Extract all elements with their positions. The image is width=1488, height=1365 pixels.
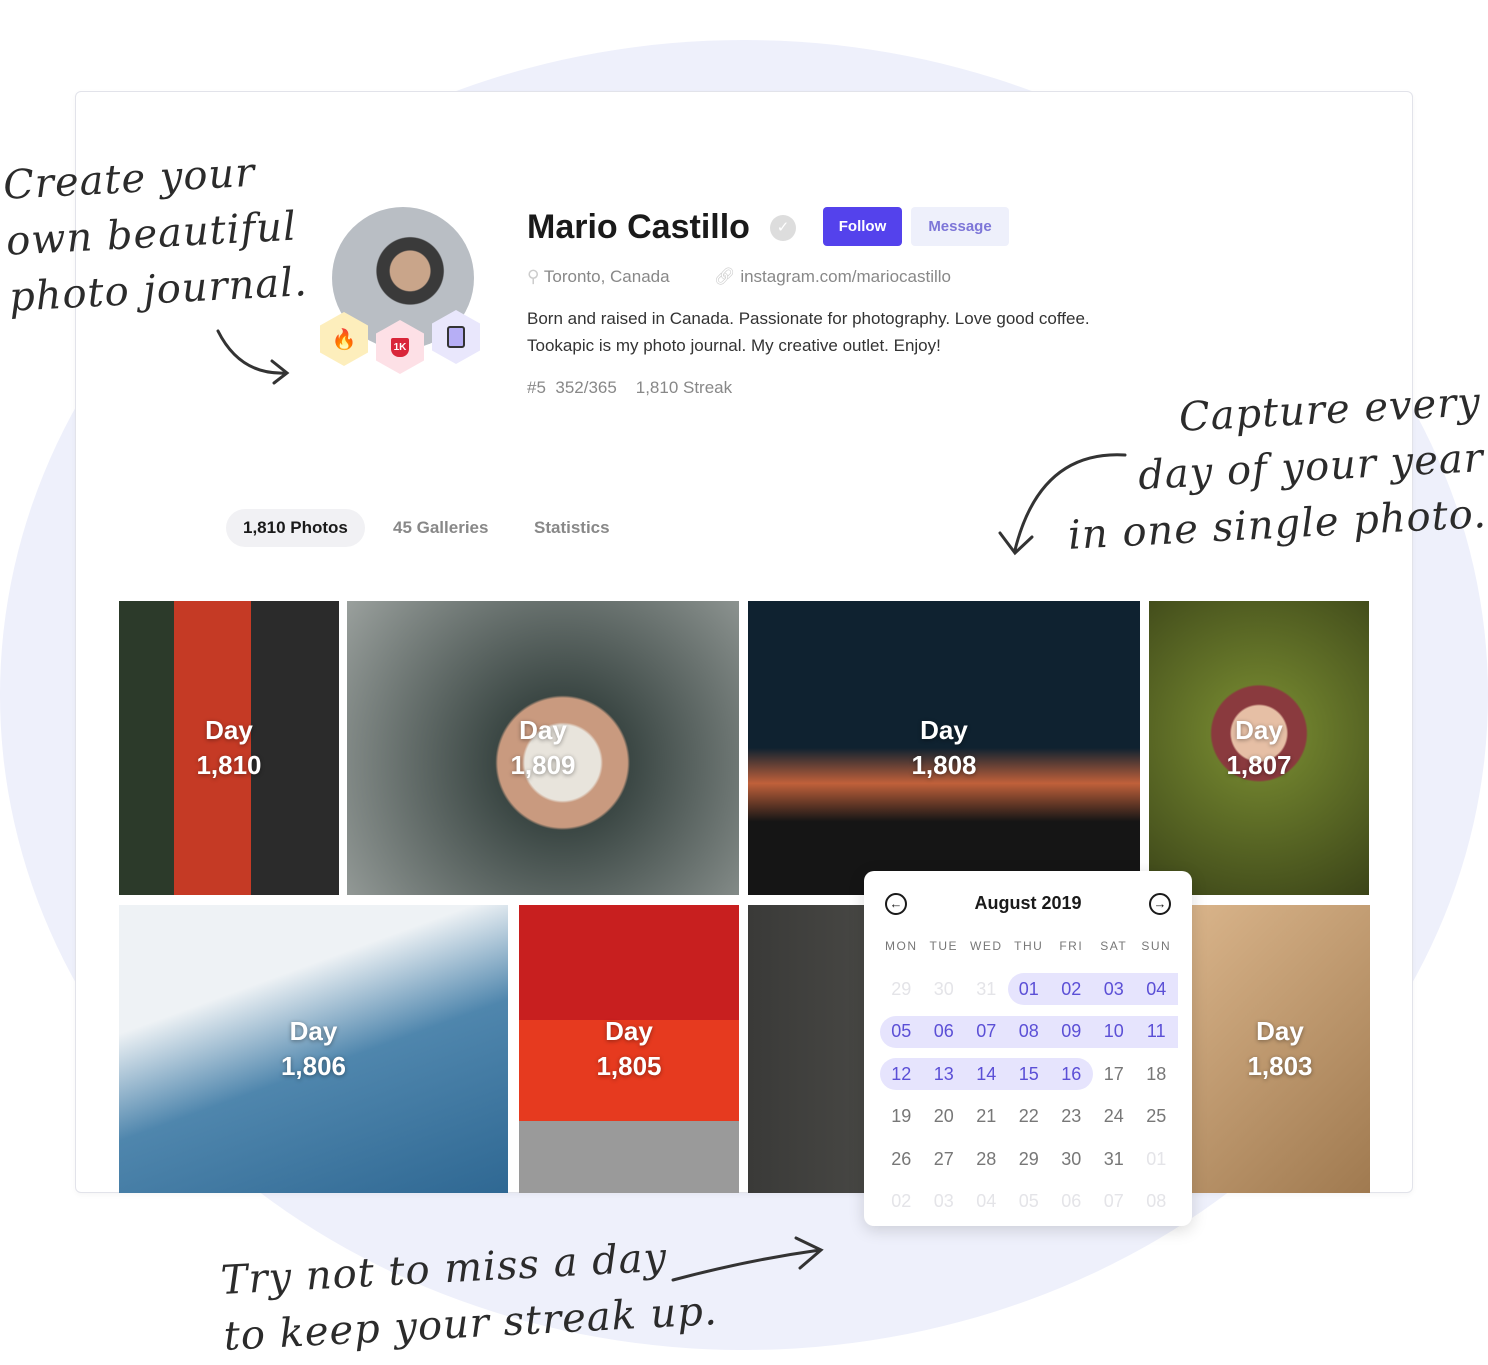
- message-button[interactable]: Message: [911, 207, 1009, 246]
- calendar-day[interactable]: 05: [1008, 1181, 1051, 1224]
- weekday-label: WED: [970, 939, 1003, 953]
- photo-day-label: Day 1,809: [510, 715, 576, 780]
- photo-tile[interactable]: Day 1,806: [119, 905, 508, 1193]
- calendar-day[interactable]: 03: [923, 1181, 966, 1224]
- weekday-label: TUE: [929, 939, 958, 953]
- streak: 1,810 Streak: [635, 378, 733, 397]
- calendar-day[interactable]: 21: [965, 1096, 1008, 1139]
- calendar-day[interactable]: 26: [880, 1138, 923, 1181]
- photo-day-label: Day 1,806: [280, 1016, 347, 1081]
- calendar-day[interactable]: 01: [1135, 1138, 1178, 1181]
- photo-tile[interactable]: Day 1,805: [519, 905, 739, 1193]
- calendar-day[interactable]: 11: [1135, 1015, 1178, 1048]
- calendar-day[interactable]: 02: [1050, 973, 1093, 1006]
- bio-line: Born and raised in Canada. Passionate fo…: [527, 309, 1090, 328]
- tab-photos[interactable]: 1,810 Photos: [226, 509, 365, 547]
- badge-text: 1K: [390, 337, 410, 357]
- calendar-day[interactable]: 30: [923, 968, 966, 1011]
- verified-icon: ✓: [770, 215, 796, 241]
- location: ⚲ Toronto, Canada: [527, 267, 670, 287]
- calendar-day[interactable]: 13: [922, 1058, 965, 1091]
- next-month-button[interactable]: →: [1149, 893, 1171, 915]
- photo-day-label: Day 1,807: [1226, 715, 1292, 780]
- calendar-day[interactable]: 29: [880, 968, 923, 1011]
- profile-name: Mario Castillo: [527, 208, 750, 246]
- calendar-day[interactable]: 06: [922, 1015, 965, 1048]
- calendar-day[interactable]: 22: [1008, 1096, 1051, 1139]
- weekday-label: THU: [1014, 939, 1044, 953]
- calendar-day[interactable]: 07: [965, 1015, 1008, 1048]
- calendar-day[interactable]: 18: [1135, 1053, 1178, 1096]
- arrow-icon: [998, 453, 1127, 556]
- calendar-day[interactable]: 28: [965, 1138, 1008, 1181]
- calendar-day[interactable]: 04: [1135, 973, 1178, 1006]
- calendar-day[interactable]: 27: [923, 1138, 966, 1181]
- calendar-day[interactable]: 16: [1050, 1058, 1093, 1091]
- calendar-day[interactable]: 25: [1135, 1096, 1178, 1139]
- calendar-popup: ← August 2019 → MON TUE WED THU FRI SAT SUN 29…: [864, 871, 1192, 1226]
- photo-day-label: Day 1,803: [1247, 1016, 1313, 1081]
- year-progress: 352/365: [555, 378, 617, 397]
- calendar-day[interactable]: 20: [923, 1096, 966, 1139]
- calendar-day[interactable]: 29: [1008, 1138, 1051, 1181]
- calendar-day[interactable]: 17: [1093, 1053, 1136, 1096]
- rank: #5: [527, 378, 546, 397]
- calendar-day[interactable]: 01: [1007, 973, 1050, 1006]
- calendar-day[interactable]: 23: [1050, 1096, 1093, 1139]
- photo-tile[interactable]: Day 1,809: [347, 601, 739, 895]
- tab-statistics[interactable]: Statistics: [517, 509, 627, 547]
- photo-day-label: Day 1,808: [911, 715, 977, 780]
- calendar-day[interactable]: 08: [1007, 1015, 1050, 1048]
- bio: Born and raised in Canada. Passionate fo…: [527, 305, 1090, 359]
- arrow-icon: [216, 329, 290, 385]
- annotation-create: Create your own beautiful photo journal.: [2, 142, 309, 325]
- follow-button[interactable]: Follow: [823, 207, 902, 246]
- photo-tile[interactable]: Day 1,808: [748, 601, 1140, 895]
- photo-tile[interactable]: Day 1,807: [1149, 601, 1369, 895]
- calendar-day[interactable]: 04: [965, 1181, 1008, 1224]
- calendar-day[interactable]: 24: [1093, 1096, 1136, 1139]
- website-link[interactable]: 🔗︎ instagram.com/mariocastillo: [714, 267, 951, 287]
- bio-line: Tookapic is my photo journal. My creativ…: [527, 336, 941, 355]
- weekday-label: SAT: [1100, 939, 1128, 953]
- calendar-day[interactable]: 09: [1050, 1015, 1093, 1048]
- weekday-label: MON: [885, 939, 918, 953]
- weekday-label: FRI: [1059, 939, 1084, 953]
- calendar-day[interactable]: 08: [1135, 1181, 1178, 1224]
- calendar-day[interactable]: 31: [965, 968, 1008, 1011]
- photo-day-label: Day 1,810: [196, 715, 262, 780]
- calendar-day[interactable]: 19: [880, 1096, 923, 1139]
- weekday-label: SUN: [1141, 939, 1172, 953]
- photo-tile[interactable]: Day 1,803: [1190, 905, 1370, 1193]
- calendar-day[interactable]: 07: [1093, 1181, 1136, 1224]
- location-text: Toronto, Canada: [543, 267, 670, 286]
- calendar-title: August 2019: [974, 893, 1082, 913]
- arrow-icon: [671, 1236, 824, 1282]
- calendar-day[interactable]: 05: [880, 1015, 923, 1048]
- calendar-day[interactable]: 03: [1092, 973, 1135, 1006]
- photo-tile[interactable]: Day 1,810: [119, 601, 339, 895]
- calendar-day[interactable]: 15: [1007, 1058, 1050, 1091]
- calendar-day[interactable]: 06: [1050, 1181, 1093, 1224]
- photo-day-label: Day 1,805: [596, 1016, 662, 1081]
- annotation-streak: Try not to miss a day to keep your strea…: [219, 1227, 719, 1365]
- link-text[interactable]: instagram.com/mariocastillo: [740, 267, 951, 286]
- calendar-day[interactable]: 14: [965, 1058, 1008, 1091]
- location-pin-icon: ⚲: [527, 267, 544, 286]
- tab-galleries[interactable]: 45 Galleries: [376, 509, 505, 547]
- calendar-day[interactable]: 12: [880, 1058, 923, 1091]
- calendar-day[interactable]: 31: [1093, 1138, 1136, 1181]
- link-icon: 🔗︎: [714, 267, 741, 286]
- profile-stats: #5 352/365 1,810 Streak: [527, 378, 732, 398]
- calendar-day[interactable]: 10: [1092, 1015, 1135, 1048]
- calendar-day[interactable]: 30: [1050, 1138, 1093, 1181]
- calendar-day[interactable]: 02: [880, 1181, 923, 1224]
